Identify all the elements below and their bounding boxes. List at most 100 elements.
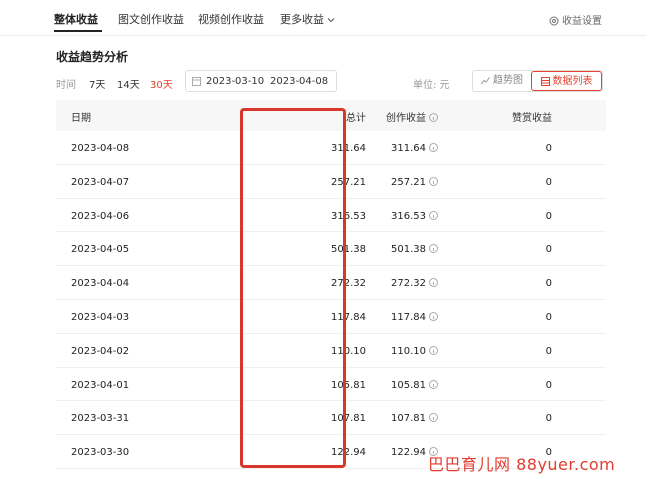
income-settings-button[interactable]: 收益设置: [549, 12, 602, 27]
cell-reward-income: 0: [545, 244, 552, 256]
filter-row: 时间 7天 14天 30天 2023-03-10 - 2023-04-08 单位…: [0, 70, 646, 96]
table-row: 2023-04-03 117.84 117.84 0: [56, 300, 606, 334]
trend-chart-button[interactable]: 趋势图: [473, 71, 531, 91]
info-icon[interactable]: [429, 379, 438, 389]
data-list-label: 数据列表: [552, 76, 593, 87]
cell-date: 2023-04-01: [71, 379, 130, 391]
cell-reward-income: 0: [545, 143, 552, 154]
cell-create-income: 316.53: [391, 210, 438, 222]
calendar-icon: [192, 77, 201, 86]
cell-date: 2023-03-31: [71, 413, 130, 425]
tab-more-income[interactable]: 更多收益: [280, 11, 335, 27]
info-icon[interactable]: [429, 244, 438, 254]
cell-reward-income: 0: [545, 311, 552, 323]
view-toggle: 趋势图 数据列表: [472, 70, 603, 92]
table-row: 2023-04-06 316.53 316.53 0: [56, 199, 606, 233]
cell-create-income-value: 257.21: [391, 176, 426, 188]
cell-total: 272.32: [331, 278, 366, 290]
cell-create-income-value: 107.81: [391, 413, 426, 425]
cell-date: 2023-04-07: [71, 176, 130, 188]
header-create-income: 创作收益: [386, 109, 438, 124]
chevron-down-icon: [327, 18, 335, 23]
cell-reward-income: 0: [545, 176, 552, 188]
cell-create-income: 105.81: [391, 379, 438, 391]
table-icon: [540, 77, 550, 86]
income-settings-label: 收益设置: [562, 16, 602, 27]
date-end-value: 2023-04-08: [270, 76, 329, 87]
tab-article-income[interactable]: 图文创作收益: [118, 11, 184, 27]
cell-total: 107.81: [331, 413, 366, 425]
cell-reward-income: 0: [545, 379, 552, 391]
range-30-days-button[interactable]: 30天: [150, 76, 173, 91]
date-range-picker[interactable]: 2023-03-10 - 2023-04-08: [185, 70, 337, 92]
cell-reward-income: 0: [545, 413, 552, 425]
cell-total: 122.94: [331, 447, 366, 459]
cell-create-income: 501.38: [391, 244, 438, 255]
cell-create-income: 107.81: [391, 413, 438, 424]
gear-icon: [549, 16, 559, 26]
tab-more-income-label: 更多收益: [280, 13, 324, 26]
trend-chart-label: 趋势图: [493, 75, 523, 86]
cell-total: 110.10: [331, 345, 366, 357]
info-icon[interactable]: [429, 413, 438, 423]
income-table: 日期 总计 创作收益 赞赏收益 2023-04-08 311.64 311.64 0 2…: [56, 100, 606, 469]
trend-chart-icon: [481, 77, 490, 85]
table-body: 2023-04-08 311.64 311.64 0 2023-04-07 257.21 2…: [56, 131, 606, 469]
range-14-days-button[interactable]: 14天: [117, 76, 140, 91]
tab-overall-income[interactable]: 整体收益: [54, 11, 98, 27]
cell-date: 2023-04-03: [71, 311, 130, 323]
info-icon[interactable]: [429, 278, 438, 288]
cell-create-income: 257.21: [391, 176, 438, 188]
table-row: 2023-04-02 110.10 110.10 0: [56, 334, 606, 368]
cell-create-income-value: 311.64: [391, 143, 426, 154]
cell-total: 117.84: [331, 311, 366, 323]
range-7-days-button[interactable]: 7天: [89, 76, 105, 91]
cell-create-income: 272.32: [391, 278, 438, 289]
active-tab-indicator: [54, 30, 102, 32]
info-icon[interactable]: [429, 345, 438, 355]
section-title: 收益趋势分析: [56, 50, 129, 64]
cell-create-income-value: 117.84: [391, 311, 426, 323]
cell-date: 2023-04-05: [71, 244, 130, 256]
cell-create-income-value: 316.53: [391, 210, 426, 222]
top-tab-bar: 整体收益 图文创作收益 视频创作收益 更多收益 收益设置: [0, 0, 646, 36]
cell-create-income: 311.64: [391, 143, 438, 154]
table-row: 2023-03-31 107.81 107.81 0: [56, 401, 606, 436]
table-row: 2023-04-05 501.38 501.38 0: [56, 232, 606, 267]
cell-create-income: 117.84: [391, 311, 438, 323]
info-icon[interactable]: [429, 143, 438, 152]
info-icon[interactable]: [429, 311, 438, 321]
info-icon[interactable]: [429, 176, 438, 186]
header-total: 总计: [346, 113, 366, 124]
table-row: 2023-04-01 105.81 105.81 0: [56, 368, 606, 402]
header-date: 日期: [71, 113, 91, 124]
cell-reward-income: 0: [545, 210, 552, 222]
cell-total: 501.38: [331, 244, 366, 256]
cell-reward-income: 0: [545, 345, 552, 357]
info-icon[interactable]: [429, 113, 438, 122]
watermark: 巴巴育儿网 88yuer.com: [428, 455, 616, 474]
table-header: 日期 总计 创作收益 赞赏收益: [56, 100, 606, 131]
header-reward-income: 赞赏收益: [512, 113, 552, 124]
info-icon[interactable]: [429, 210, 438, 220]
cell-date: 2023-04-04: [71, 278, 130, 290]
cell-date: 2023-04-08: [71, 143, 130, 154]
cell-total: 105.81: [331, 379, 366, 391]
unit-label: 单位: 元: [413, 80, 450, 91]
time-label: 时间: [56, 80, 76, 91]
cell-create-income-value: 501.38: [391, 244, 426, 256]
date-start-value: 2023-03-10: [206, 76, 265, 87]
cell-total: 257.21: [331, 176, 366, 188]
cell-date: 2023-03-30: [71, 447, 130, 459]
cell-total: 316.53: [331, 210, 366, 222]
data-list-button[interactable]: 数据列表: [531, 71, 602, 91]
date-separator: -: [261, 76, 265, 87]
cell-create-income-value: 272.32: [391, 278, 426, 290]
table-row: 2023-04-08 311.64 311.64 0: [56, 131, 606, 165]
cell-date: 2023-04-02: [71, 345, 130, 357]
tab-video-income[interactable]: 视频创作收益: [198, 11, 264, 27]
header-create-income-label: 创作收益: [386, 113, 426, 124]
cell-reward-income: 0: [545, 278, 552, 290]
table-row: 2023-04-07 257.21 257.21 0: [56, 165, 606, 199]
cell-create-income-value: 105.81: [391, 379, 426, 391]
